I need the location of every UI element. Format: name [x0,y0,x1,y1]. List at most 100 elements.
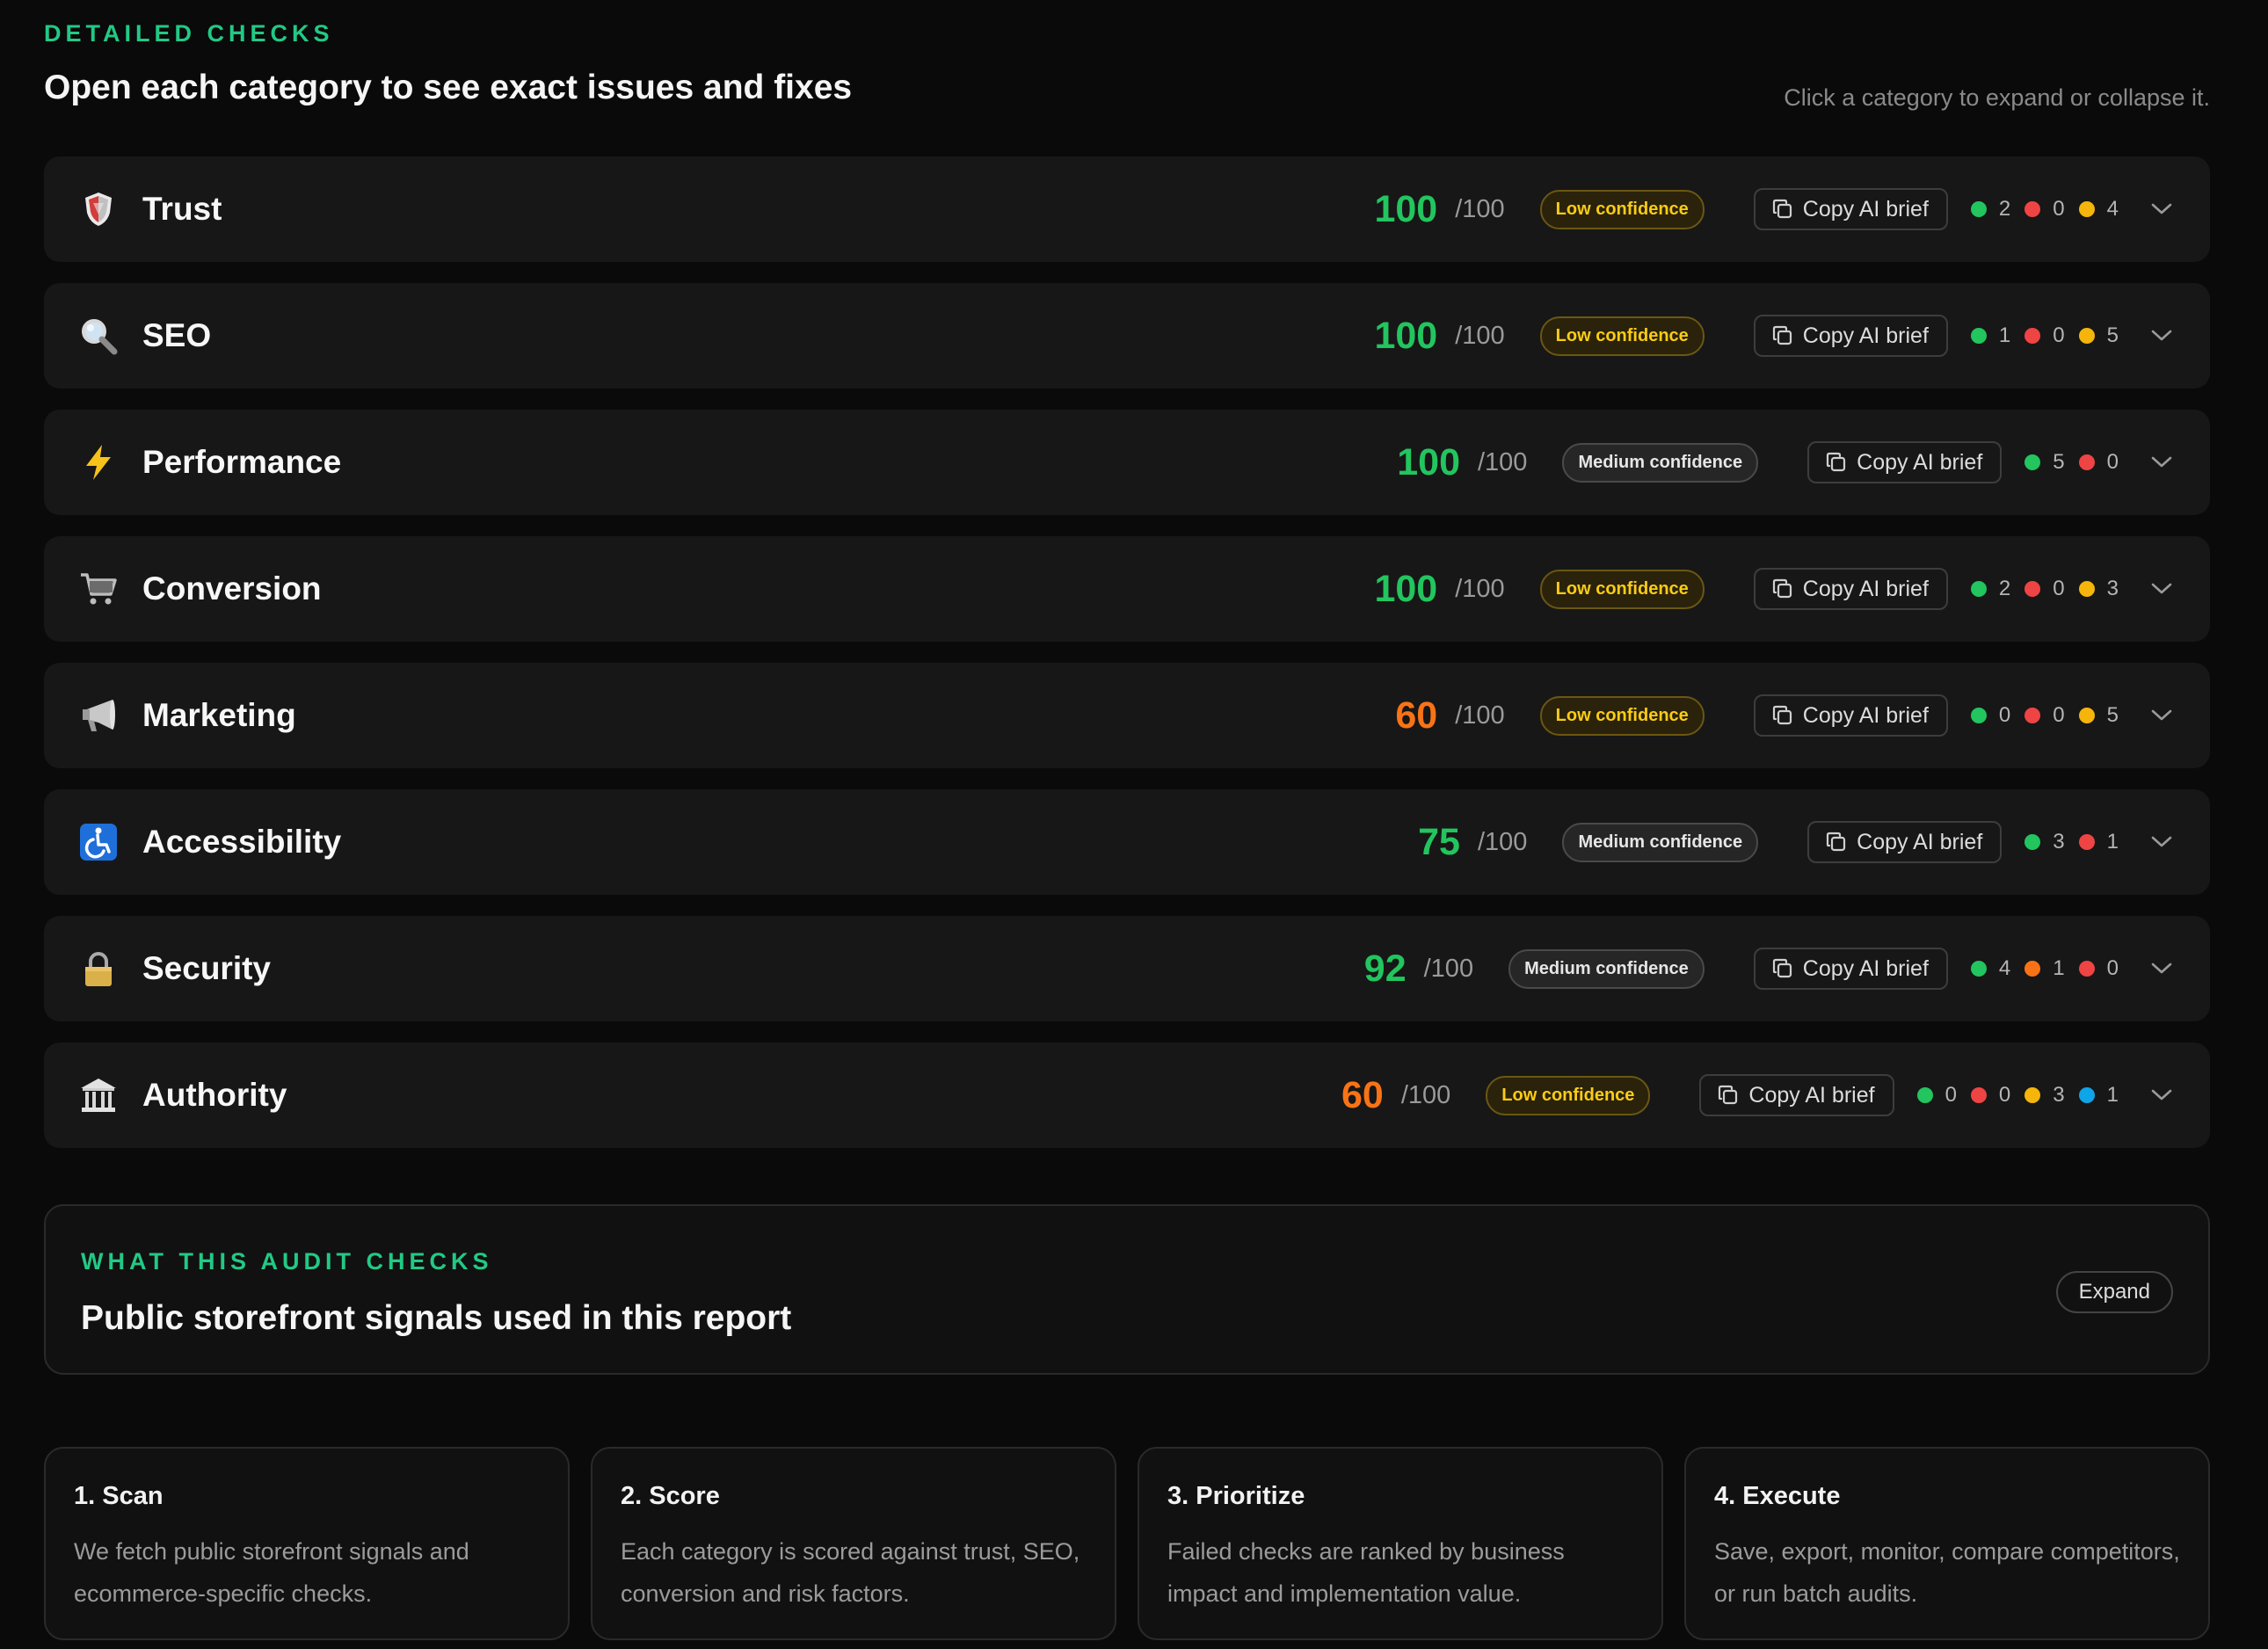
bank-icon [79,1076,118,1115]
count-green: 4 [1970,956,2010,981]
category-row-seo[interactable]: SEO 100/100 Low confidence Copy AI brief 1 0 5 [44,283,2210,389]
chevron-down-icon[interactable] [2148,203,2175,215]
count-value: 3 [2053,830,2065,854]
count-green: 1 [1970,323,2011,348]
count-green: 2 [1970,197,2011,222]
step-card: 2. Score Each category is scored against … [591,1447,1116,1640]
count-value: 1 [2053,956,2065,980]
count-red: 0 [2024,703,2065,728]
red-dot-icon [2078,454,2095,470]
yellow-dot-icon [2078,581,2095,597]
step-title: 2. Score [621,1482,720,1510]
category-row-accessibility[interactable]: Accessibility 75/100 Medium confidence Copy… [44,789,2210,895]
count-value: 1 [2106,1083,2119,1107]
count-red: 0 [2024,323,2065,348]
issue-counts: 4 1 0 [1970,956,2119,981]
red-dot-icon [2024,201,2041,217]
category-row-conversion[interactable]: Conversion 100/100 Low confidence Copy AI b… [44,536,2210,642]
category-row-authority[interactable]: Authority 60/100 Low confidence Copy AI bri… [44,1042,2210,1148]
category-score: 75 [1418,820,1460,863]
copy-ai-brief-button[interactable]: Copy AI brief [1699,1074,1894,1116]
count-red: 0 [2024,197,2065,222]
copy-ai-brief-button[interactable]: Copy AI brief [1807,441,2003,483]
section-eyebrow: DETAILED CHECKS [44,20,334,47]
issue-counts: 31 [2024,830,2119,854]
chevron-down-icon[interactable] [2148,456,2175,469]
chevron-down-icon[interactable] [2148,330,2175,342]
step-text: We fetch public storefront signals and e… [74,1538,469,1607]
red-dot-icon [2024,581,2041,597]
issue-counts: 2 0 4 [1970,197,2119,222]
expand-button[interactable]: Expand [2055,1271,2173,1313]
audit-checks-panel[interactable]: WHAT THIS AUDIT CHECKS Public storefront… [44,1204,2210,1375]
count-green: 3 [2024,830,2065,854]
step-title: 4. Execute [1714,1482,1841,1510]
category-score: 92 [1363,947,1407,990]
confidence-badge: Low confidence [1539,695,1705,736]
step-title: 1. Scan [74,1482,164,1510]
count-blue: 1 [2078,1083,2119,1108]
category-score: 100 [1374,314,1438,357]
issue-counts: 2 0 3 [1970,577,2119,601]
chevron-down-icon[interactable] [2148,583,2175,595]
step-card: 1. Scan We fetch public storefront signal… [44,1447,570,1640]
category-name: SEO [142,317,212,353]
process-steps: 1. Scan We fetch public storefront signal… [44,1447,2210,1640]
step-card: 3. Prioritize Failed checks are ranked by… [1138,1447,1663,1640]
count-value: 2 [1998,577,2011,600]
copy-label: Copy AI brief [1857,449,1983,475]
category-meta: 100/100 Low confidence Copy AI brief 2 0 3 [1374,536,2175,642]
category-score: 100 [1397,440,1460,483]
category-row-marketing[interactable]: Marketing 60/100 Low confidence Copy AI bri… [44,663,2210,768]
yellow-dot-icon [2078,201,2095,217]
green-dot-icon [1970,328,1987,344]
category-score: 100 [1374,567,1438,610]
step-text: Failed checks are ranked by business imp… [1167,1538,1565,1607]
chevron-down-icon[interactable] [2148,836,2175,848]
count-red: 0 [2078,450,2119,475]
category-row-trust[interactable]: Trust 100/100 Low confidence Copy AI brief 2… [44,156,2210,262]
magnifier-icon [79,316,118,355]
section-hint: Click a category to expand or collapse i… [1784,84,2210,111]
category-meta: 100/100 Medium confidence Copy AI brief 5 0 [1397,410,2175,515]
copy-ai-brief-button[interactable]: Copy AI brief [1753,948,1948,990]
copy-ai-brief-button[interactable]: Copy AI brief [1753,188,1948,230]
copy-ai-brief-button[interactable]: Copy AI brief [1753,315,1948,357]
count-green: 2 [1970,577,2011,601]
copy-ai-brief-button[interactable]: Copy AI brief [1753,568,1948,610]
green-dot-icon [1970,581,1987,597]
copy-icon [1771,578,1803,600]
count-value: 2 [1998,197,2011,221]
count-value: 0 [1998,1083,2011,1107]
red-dot-icon [2078,834,2095,850]
copy-ai-brief-button[interactable]: Copy AI brief [1807,821,2003,863]
category-meta: 75/100 Medium confidence Copy AI brief 3 1 [1418,789,2175,895]
count-value: 0 [2053,323,2065,347]
copy-label: Copy AI brief [1802,323,1929,348]
chevron-down-icon[interactable] [2148,963,2175,975]
confidence-badge: Low confidence [1486,1075,1651,1115]
category-meta: 60/100 Low confidence Copy AI brief 0 0 3 1 [1341,1042,2175,1148]
count-red: 0 [2078,956,2119,981]
category-row-performance[interactable]: Performance 100/100 Medium confidence Copy … [44,410,2210,515]
category-row-security[interactable]: Security 92/100 Medium confidence Copy AI b… [44,916,2210,1021]
confidence-badge: Medium confidence [1508,948,1705,989]
confidence-badge: Low confidence [1539,316,1705,356]
copy-icon [1717,1084,1748,1107]
yellow-dot-icon [2078,328,2095,344]
issue-counts: 0 0 3 1 [1916,1083,2119,1108]
count-red: 0 [1970,1083,2011,1108]
score-out-of: /100 [1400,1080,1451,1109]
orange-dot-icon [2024,961,2041,977]
copy-ai-brief-button[interactable]: Copy AI brief [1753,694,1948,737]
section-title: Open each category to see exact issues a… [44,69,853,106]
copy-icon [1825,451,1857,474]
category-name: Authority [142,1077,287,1113]
chevron-down-icon[interactable] [2148,1089,2175,1101]
green-dot-icon [1970,708,1987,723]
chevron-down-icon[interactable] [2148,709,2175,722]
wheelchair-icon [79,823,118,861]
category-meta: 100/100 Low confidence Copy AI brief 2 0 4 [1374,156,2175,262]
lock-icon [79,949,118,988]
count-value: 1 [1998,323,2011,347]
